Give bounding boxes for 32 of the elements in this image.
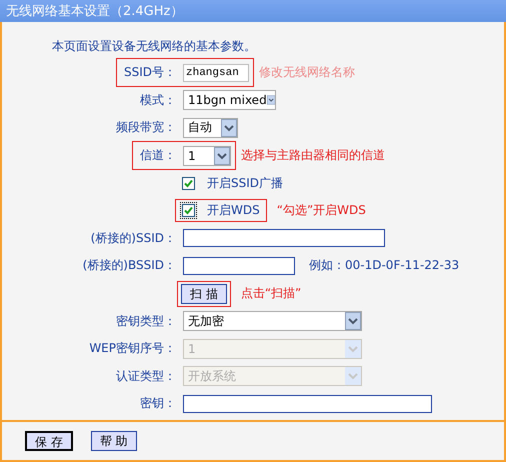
checkbox[interactable] <box>182 204 195 218</box>
field-label: 密钥： <box>140 395 176 412</box>
field-label: 密钥类型： <box>116 312 176 330</box>
annotation-text: 点击“扫描” <box>240 285 302 302</box>
field-label: 认证类型： <box>116 368 176 385</box>
select-field[interactable]: 无加密 <box>183 311 362 332</box>
field-label: 频段带宽： <box>116 119 176 136</box>
field-label: SSID号： <box>124 64 176 82</box>
annotation-text: 选择与主路由器相同的信道 <box>241 147 385 164</box>
field-label: (桥接的)BSSID： <box>82 257 176 274</box>
select-field[interactable]: 自动 <box>183 118 238 138</box>
select-field[interactable]: 11bgn mixed <box>183 90 276 110</box>
annotation-text: 修改无线网络名称 <box>259 64 355 82</box>
input-field[interactable] <box>183 229 385 248</box>
checkbox-label: 开启WDS <box>207 202 260 220</box>
checkbox-label: 开启SSID广播 <box>207 174 284 192</box>
footer-button[interactable]: 帮 助 <box>90 431 137 451</box>
field-label: (桥接的)SSID： <box>90 230 176 247</box>
checkbox[interactable] <box>182 176 195 190</box>
window-title: 无线网络基本设置（2.4GHz） <box>6 3 184 20</box>
scan-button[interactable]: 扫 描 <box>181 284 227 304</box>
input-field[interactable] <box>183 394 432 413</box>
select-field[interactable]: 1 <box>183 146 231 166</box>
field-label: 模式： <box>140 92 176 109</box>
field-label: 信道： <box>140 147 176 164</box>
field-label: WEP密钥序号： <box>89 340 176 358</box>
footer-button[interactable]: 保 存 <box>25 431 73 451</box>
input-field[interactable]: zhangsan <box>183 64 249 82</box>
hint-text: 例如：00-1D-0F-11-22-33 <box>309 257 460 274</box>
input-field[interactable] <box>183 256 295 275</box>
annotation-text: “勾选”开启WDS <box>276 202 366 220</box>
intro-text: 本页面设置设备无线网络的基本参数。 <box>51 38 257 55</box>
